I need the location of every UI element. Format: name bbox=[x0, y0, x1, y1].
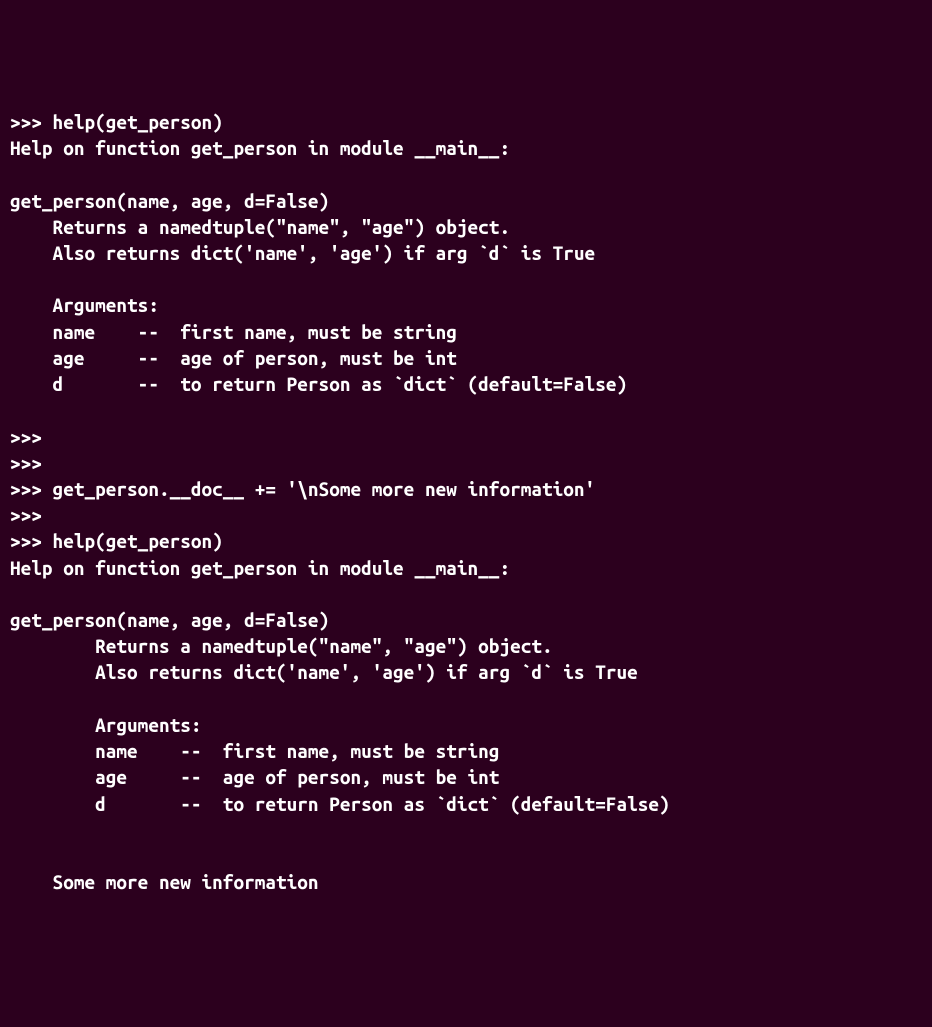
terminal-line bbox=[10, 161, 922, 187]
terminal-line: Returns a namedtuple("name", "age") obje… bbox=[10, 633, 922, 659]
terminal-line: get_person(name, age, d=False) bbox=[10, 188, 922, 214]
terminal-line: >>> bbox=[10, 424, 922, 450]
terminal-line: Arguments: bbox=[10, 292, 922, 318]
terminal-line: >>> bbox=[10, 502, 922, 528]
terminal-line bbox=[10, 817, 922, 843]
terminal-line: get_person(name, age, d=False) bbox=[10, 607, 922, 633]
terminal-line: Some more new information bbox=[10, 869, 922, 895]
terminal-line: name -- first name, must be string bbox=[10, 738, 922, 764]
terminal-line: Help on function get_person in module __… bbox=[10, 555, 922, 581]
terminal-line: >>> get_person.__doc__ += '\nSome more n… bbox=[10, 476, 922, 502]
terminal-line: Help on function get_person in module __… bbox=[10, 135, 922, 161]
terminal-line: >>> help(get_person) bbox=[10, 109, 922, 135]
terminal-line: >>> bbox=[10, 450, 922, 476]
terminal-line: Returns a namedtuple("name", "age") obje… bbox=[10, 214, 922, 240]
terminal-line: Arguments: bbox=[10, 712, 922, 738]
terminal-line: Also returns dict('name', 'age') if arg … bbox=[10, 659, 922, 685]
terminal-line: >>> help(get_person) bbox=[10, 528, 922, 554]
terminal-line: Also returns dict('name', 'age') if arg … bbox=[10, 240, 922, 266]
terminal-line: d -- to return Person as `dict` (default… bbox=[10, 791, 922, 817]
terminal-line bbox=[10, 266, 922, 292]
terminal-line bbox=[10, 843, 922, 869]
terminal-line: name -- first name, must be string bbox=[10, 319, 922, 345]
terminal-line: age -- age of person, must be int bbox=[10, 764, 922, 790]
terminal-line bbox=[10, 397, 922, 423]
terminal-output[interactable]: >>> help(get_person)Help on function get… bbox=[10, 109, 922, 896]
terminal-line: d -- to return Person as `dict` (default… bbox=[10, 371, 922, 397]
terminal-line bbox=[10, 581, 922, 607]
terminal-line: age -- age of person, must be int bbox=[10, 345, 922, 371]
terminal-line bbox=[10, 686, 922, 712]
